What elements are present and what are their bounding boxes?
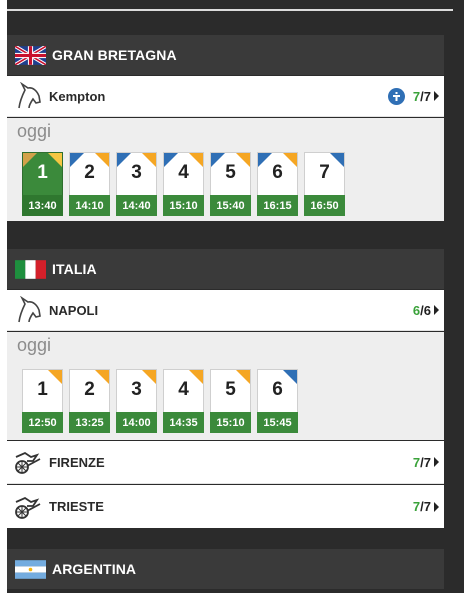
track-row-kempton[interactable]: Kempton 7/7	[7, 76, 444, 117]
country-name: ITALIA	[52, 261, 97, 277]
uk-flag-icon	[15, 45, 46, 65]
argentina-flag-icon	[15, 559, 46, 579]
race-card-kempton-3[interactable]: 3 14:40	[116, 152, 157, 216]
italy-flag-icon	[15, 259, 46, 279]
horse-head-icon	[18, 82, 41, 109]
track-row-napoli[interactable]: NAPOLI 6/6	[7, 290, 444, 331]
race-card-kempton-5[interactable]: 5 15:40	[210, 152, 251, 216]
race-count[interactable]: 7/7	[413, 89, 439, 104]
track-name: NAPOLI	[49, 302, 99, 318]
race-card-napoli-5[interactable]: 5 15:10	[210, 369, 251, 433]
track-name: Kempton	[49, 88, 106, 104]
expand-arrow-icon	[434, 501, 439, 512]
country-header-ar[interactable]: ARGENTINA	[7, 549, 444, 589]
race-card-kempton-4[interactable]: 4 15:10	[163, 152, 204, 216]
country-header-it[interactable]: ITALIA	[7, 249, 444, 289]
expand-arrow-icon	[434, 305, 439, 315]
race-card-kempton-6[interactable]: 6 16:15	[257, 152, 298, 216]
track-row-trieste[interactable]: TRIESTE 7/7	[7, 485, 444, 528]
country-name: ARGENTINA	[52, 561, 137, 577]
country-header-gb[interactable]: GRAN BRETAGNA	[7, 35, 444, 75]
day-label: oggi	[17, 335, 52, 355]
day-label: oggi	[17, 121, 52, 141]
track-row-firenze[interactable]: FIRENZE 7/7	[7, 441, 444, 484]
race-count[interactable]: 6/6	[413, 303, 439, 318]
race-card-napoli-4[interactable]: 4 14:35	[163, 369, 204, 433]
trotting-cart-icon	[15, 451, 41, 474]
race-card-kempton-2[interactable]: 2 14:10	[69, 152, 110, 216]
info-icon[interactable]	[387, 87, 405, 105]
race-count[interactable]: 7/7	[413, 455, 439, 470]
race-card-napoli-6[interactable]: 6 15:45	[257, 369, 298, 433]
race-card-napoli-1[interactable]: 1 12:50	[22, 369, 63, 433]
expand-arrow-icon	[434, 91, 439, 101]
race-card-napoli-3[interactable]: 3 14:00	[116, 369, 157, 433]
race-card-kempton-7[interactable]: 7 16:50	[304, 152, 345, 216]
horse-head-icon	[18, 296, 41, 323]
expand-arrow-icon	[434, 457, 439, 467]
race-count[interactable]: 7/7	[413, 499, 439, 514]
track-name: FIRENZE	[49, 454, 105, 470]
country-name: GRAN BRETAGNA	[52, 47, 177, 63]
track-name: TRIESTE	[49, 499, 104, 514]
trotting-cart-icon	[15, 496, 41, 519]
race-card-napoli-2[interactable]: 2 13:25	[69, 369, 110, 433]
race-card-kempton-1[interactable]: 1 13:40	[22, 152, 63, 216]
top-divider	[7, 9, 453, 11]
